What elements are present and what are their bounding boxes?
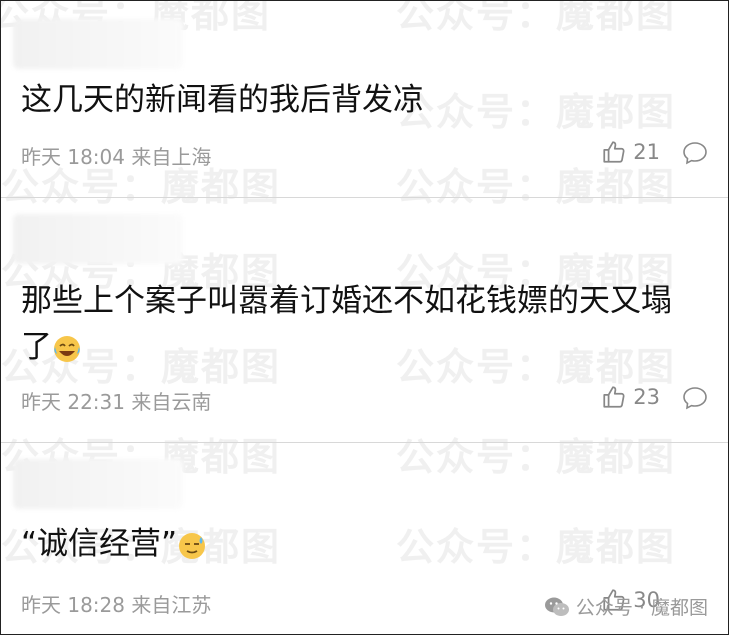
comment-text-line: 了 <box>21 324 710 370</box>
wechat-icon <box>544 597 569 616</box>
comment-text: 这几天的新闻看的我后背发凉 <box>21 82 424 118</box>
comment-list: 公众号：魔都图 公众号：魔都图 公众号：魔都图 公众号：魔都图 公众号：魔都图 … <box>0 0 729 635</box>
comment-meta: 昨天 18:04 来自上海 <box>21 145 212 169</box>
wechat-account-badge: 公众号 · 魔都图 <box>544 593 708 620</box>
reply-button[interactable] <box>682 386 708 414</box>
comment-meta: 昨天 22:31 来自云南 <box>21 390 212 414</box>
comment-text: 那些上个案子叫嚣着订婚还不如花钱嫖的天又塌 了 <box>21 278 710 370</box>
comment-text-line: 那些上个案子叫嚣着订婚还不如花钱嫖的天又塌 <box>21 283 672 319</box>
comment-item: 这几天的新闻看的我后背发凉 昨天 18:04 来自上海 21 <box>1 1 728 197</box>
comment-bubble-icon <box>683 387 707 410</box>
laugh-cry-emoji-icon <box>54 335 80 362</box>
blurred-username <box>13 459 183 509</box>
like-button[interactable]: 23 <box>601 384 660 410</box>
thumbs-up-icon <box>603 141 625 163</box>
comment-item: 那些上个案子叫嚣着订婚还不如花钱嫖的天又塌 了 昨天 22:31 来自云南 23 <box>1 198 728 442</box>
thumbs-up-icon <box>603 386 625 408</box>
comment-bubble-icon <box>683 142 707 165</box>
like-count: 23 <box>633 385 660 409</box>
reply-button[interactable] <box>682 141 708 169</box>
badge-label: 公众号 · 魔都图 <box>575 597 708 619</box>
like-count: 21 <box>633 140 660 164</box>
sweat-smile-emoji-icon <box>179 532 206 559</box>
blurred-username <box>13 214 183 264</box>
blurred-username <box>13 19 183 69</box>
comment-meta: 昨天 18:28 来自江苏 <box>21 593 212 617</box>
comment-text: “诚信经营” <box>21 521 710 567</box>
like-button[interactable]: 21 <box>601 139 660 165</box>
